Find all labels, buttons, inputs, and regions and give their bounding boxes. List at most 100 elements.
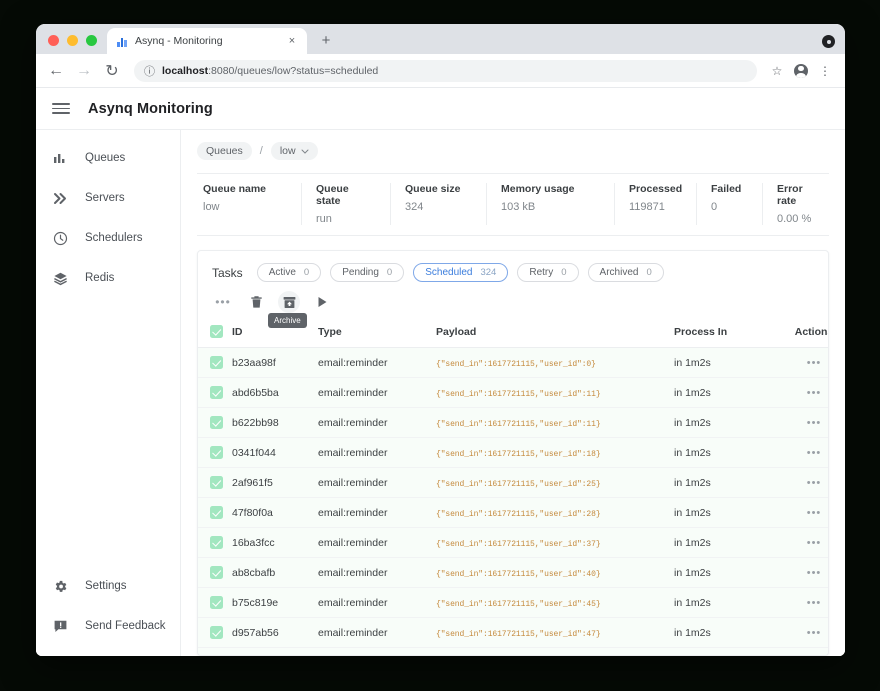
cell-type: email:reminder <box>318 497 436 528</box>
close-window-button[interactable] <box>48 35 59 46</box>
row-checkbox[interactable] <box>210 416 223 429</box>
row-actions-icon[interactable]: ••• <box>807 537 822 549</box>
column-header-payload[interactable]: Payload <box>436 319 674 348</box>
cell-process-in: in 1m2s <box>674 467 784 498</box>
row-actions-icon[interactable]: ••• <box>807 567 822 579</box>
row-select-cell <box>198 527 232 558</box>
bookmark-star-icon[interactable]: ☆ <box>767 61 787 81</box>
browser-toolbar: ← → ↻ ⓘ localhost:8080/queues/low?status… <box>36 54 845 88</box>
cell-process-in: in 1m2s <box>674 527 784 558</box>
forward-icon[interactable]: → <box>72 59 96 83</box>
table-row[interactable]: d957ab56 email:reminder {"send_in":1617721… <box>198 617 828 648</box>
table-row[interactable]: b622bb98 email:reminder {"send_in":1617721… <box>198 407 828 438</box>
row-checkbox[interactable] <box>210 356 223 369</box>
row-actions-icon[interactable]: ••• <box>807 507 822 519</box>
breadcrumb-separator: / <box>259 145 263 157</box>
row-actions-icon[interactable]: ••• <box>807 627 822 639</box>
sidebar-item-servers[interactable]: Servers <box>36 178 180 218</box>
cell-actions: ••• <box>784 557 828 588</box>
row-actions-icon[interactable]: ••• <box>807 387 822 399</box>
row-actions-icon[interactable]: ••• <box>807 417 822 429</box>
table-row[interactable]: b75c819e email:reminder {"send_in":1617721… <box>198 587 828 618</box>
cell-type: email:reminder <box>318 557 436 588</box>
tab-archived[interactable]: Archived 0 <box>587 263 664 282</box>
table-row[interactable]: ab8cbafb email:reminder {"send_in":1617721… <box>198 557 828 588</box>
cell-process-in: in 1m2s <box>674 437 784 468</box>
browser-tab[interactable]: Asynq - Monitoring × <box>107 28 307 54</box>
hamburger-icon[interactable] <box>52 103 70 114</box>
row-checkbox[interactable] <box>210 506 223 519</box>
cell-process-in: in 1m2s <box>674 347 784 378</box>
row-checkbox[interactable] <box>210 446 223 459</box>
row-checkbox[interactable] <box>210 626 223 639</box>
row-select-cell <box>198 407 232 438</box>
stat-label: Error rate <box>777 183 803 207</box>
cell-process-in: in 1m2s <box>674 647 784 655</box>
cell-id: 47f80f0a <box>232 497 318 528</box>
tab-pending[interactable]: Pending 0 <box>330 263 405 282</box>
tasks-label: Tasks <box>212 265 243 280</box>
minimize-window-button[interactable] <box>67 35 78 46</box>
tab-active[interactable]: Active 0 <box>256 263 322 282</box>
tab-scheduled[interactable]: Scheduled 324 <box>413 263 509 282</box>
delete-button[interactable] <box>245 291 267 313</box>
cell-actions: ••• <box>784 587 828 618</box>
site-info-icon[interactable]: ⓘ <box>144 63 155 79</box>
row-checkbox[interactable] <box>210 566 223 579</box>
app-header: Asynq Monitoring <box>36 88 845 130</box>
select-all-checkbox[interactable] <box>210 325 223 338</box>
run-button[interactable] <box>311 291 333 313</box>
table-row[interactable]: 0341f044 email:reminder {"send_in":1617721… <box>198 437 828 468</box>
tab-label: Pending <box>342 267 379 278</box>
page-title: Asynq Monitoring <box>88 100 213 117</box>
sidebar-item-queues[interactable]: Queues <box>36 138 180 178</box>
cell-id: b75c819e <box>232 587 318 618</box>
row-actions-icon[interactable]: ••• <box>807 477 822 489</box>
tasks-tab-bar: Tasks Active 0 Pending 0 Scheduled 324 R… <box>198 251 828 288</box>
cell-actions: ••• <box>784 617 828 648</box>
clock-icon <box>51 229 69 247</box>
row-checkbox[interactable] <box>210 386 223 399</box>
sidebar-item-label: Schedulers <box>85 232 143 244</box>
url-path: :8080/queues/low?status=scheduled <box>208 64 379 77</box>
column-header-type[interactable]: Type <box>318 319 436 348</box>
breadcrumb-queues[interactable]: Queues <box>197 142 252 160</box>
row-actions-icon[interactable]: ••• <box>807 597 822 609</box>
row-select-cell <box>198 437 232 468</box>
back-icon[interactable]: ← <box>44 59 68 83</box>
row-actions-icon[interactable]: ••• <box>807 447 822 459</box>
profile-avatar[interactable] <box>791 61 811 81</box>
cell-id: 16ba3fcc <box>232 527 318 558</box>
sidebar-item-schedulers[interactable]: Schedulers <box>36 218 180 258</box>
row-checkbox[interactable] <box>210 476 223 489</box>
more-options-button[interactable]: ••• <box>212 291 234 313</box>
tab-count: 0 <box>386 267 393 278</box>
cell-type: email:reminder <box>318 617 436 648</box>
new-tab-button[interactable]: + <box>315 29 337 51</box>
sidebar-item-redis[interactable]: Redis <box>36 258 180 298</box>
breadcrumb-queue-selector[interactable]: low <box>270 142 318 160</box>
sidebar-item-settings[interactable]: Settings <box>36 566 180 606</box>
cell-id: 0341f044 <box>232 437 318 468</box>
tab-retry[interactable]: Retry 0 <box>517 263 579 282</box>
row-actions-icon[interactable]: ••• <box>807 357 822 369</box>
browser-menu-icon[interactable]: ⋮ <box>815 61 835 81</box>
close-tab-icon[interactable]: × <box>285 34 299 48</box>
chevron-down-icon <box>301 149 309 154</box>
sidebar-item-send-feedback[interactable]: Send Feedback <box>36 606 180 646</box>
archive-button[interactable] <box>278 291 300 313</box>
row-select-cell <box>198 347 232 378</box>
table-row[interactable]: 16ba3fcc email:reminder {"send_in":1617721… <box>198 527 828 558</box>
table-row[interactable]: 2af961f5 email:reminder {"send_in":1617721… <box>198 467 828 498</box>
address-bar[interactable]: ⓘ localhost:8080/queues/low?status=sched… <box>134 59 757 82</box>
table-row[interactable]: 47f80f0a email:reminder {"send_in":1617721… <box>198 497 828 528</box>
table-row[interactable]: abd6b5ba email:reminder {"send_in":1617721… <box>198 377 828 408</box>
reload-icon[interactable]: ↻ <box>100 59 124 83</box>
row-checkbox[interactable] <box>210 536 223 549</box>
tabstrip-status-icon[interactable] <box>822 35 835 48</box>
table-row[interactable]: 3ea37661email:reminder{"send_in":1617721… <box>198 647 828 655</box>
row-checkbox[interactable] <box>210 596 223 609</box>
table-row[interactable]: b23aa98f email:reminder {"send_in":1617721… <box>198 347 828 378</box>
maximize-window-button[interactable] <box>86 35 97 46</box>
column-header-process-in[interactable]: Process In <box>674 319 784 348</box>
